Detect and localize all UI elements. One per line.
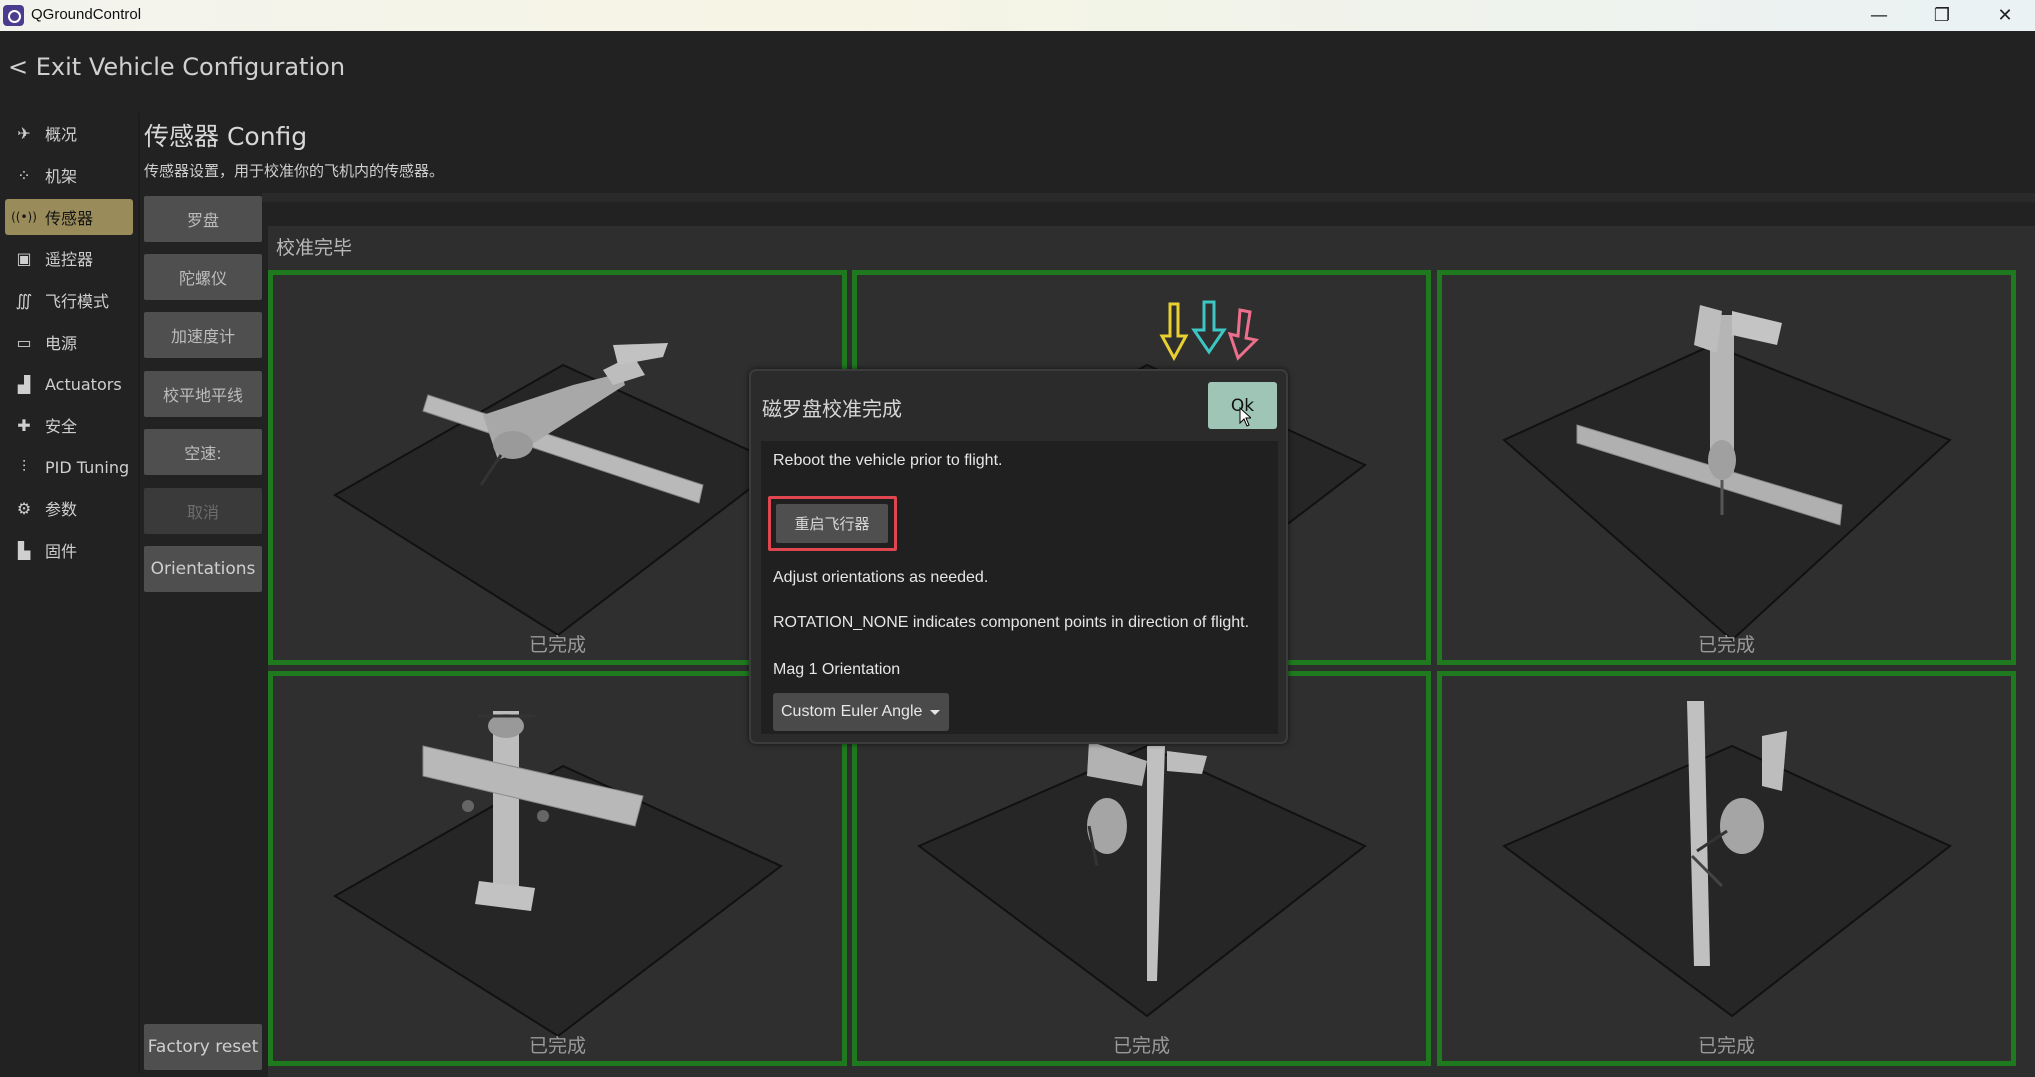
orientations-button[interactable]: Orientations [144,546,262,592]
mouse-cursor-icon [1239,407,1251,427]
mag-orientation-value: Custom Euler Angle [781,703,923,720]
page-title: 传感器 Config [144,122,308,151]
orientation-cell-nose-down: 已完成 [1437,270,2016,665]
annotation-arrows [1159,300,1260,362]
minimize-button[interactable]: — [1849,0,1909,31]
window-title: QGroundControl [31,6,142,23]
header-divider [262,193,2035,202]
factory-icon: ▙ [17,540,31,560]
sidebar-item-pid-tuning[interactable]: ⫶ PID Tuning [5,449,133,485]
sidebar-item-sensors[interactable]: ((•)) 传感器 [5,199,133,235]
sidebar-item-label: 参数 [45,500,78,519]
medkit-icon: ✚ [17,415,31,435]
calibration-status: 校准完毕 [276,237,353,259]
cell-status: 已完成 [528,1035,586,1057]
mag-orientation-label: Mag 1 Orientation [773,661,901,678]
top-bar: < Exit Vehicle Configuration [0,31,2035,107]
airframe-icon: ⁘ [17,165,31,185]
sidebar-item-label: 传感器 [45,209,94,228]
cancel-button[interactable]: 取消 [144,488,262,534]
sidebar-item-summary[interactable]: ✈ 概况 [5,115,133,151]
sidebar-item-firmware[interactable]: ▙ 固件 [5,532,133,568]
gyroscope-button[interactable]: 陀螺仪 [144,254,262,300]
rotation-text: ROTATION_NONE indicates component points… [773,614,1250,631]
cell-status: 已完成 [1697,1035,1755,1057]
arrow-down-yellow-icon [1159,302,1189,362]
sidebar-divider [138,113,140,1073]
sidebar-item-label: 飞行模式 [45,292,110,311]
close-button[interactable]: ✕ [1975,0,2035,31]
factory-reset-button[interactable]: Factory reset [144,1024,262,1070]
exit-vehicle-config-link[interactable]: < Exit Vehicle Configuration [8,53,345,81]
battery-icon: ▭ [16,332,32,352]
radio-waves-icon: ((•)) [11,210,37,224]
actuator-icon: ▟ [17,374,31,394]
arrow-down-cyan-icon [1191,300,1227,355]
arrow-down-pink-icon [1227,308,1260,361]
sidebar-item-flight-modes[interactable]: ∭ 飞行模式 [5,282,133,318]
sliders-icon: ⫶ [21,457,26,476]
cell-status: 已完成 [1112,1035,1170,1057]
sidebar-item-label: 安全 [45,417,78,436]
maximize-button[interactable]: ❐ [1912,0,1972,31]
sidebar-item-actuators[interactable]: ▟ Actuators [5,366,133,402]
compass-button[interactable]: 罗盘 [144,196,262,242]
sidebar-item-label: 固件 [45,542,78,561]
airspeed-button[interactable]: 空速: [144,429,262,475]
sidebar-item-airframe[interactable]: ⁘ 机架 [5,157,133,193]
sidebar-item-power[interactable]: ▭ 电源 [5,324,133,360]
level-horizon-button[interactable]: 校平地平线 [144,371,262,417]
sidebar-item-label: 电源 [45,334,78,353]
sidebar-item-radio[interactable]: ▣ 遥控器 [5,240,133,276]
reboot-notice: Reboot the vehicle prior to flight. [773,452,1003,469]
chevron-down-icon [930,710,940,715]
sidebar-item-label: 遥控器 [45,250,94,269]
orientation-cell-left-side: 已完成 [1437,671,2016,1066]
app-logo-icon [3,5,24,26]
compass-calibration-dialog: 磁罗盘校准完成 Ok Reboot the vehicle prior to f… [749,369,1288,744]
adjust-text: Adjust orientations as needed. [773,569,989,586]
dialog-body: Reboot the vehicle prior to flight. 重启飞行… [761,441,1278,734]
dialog-title: 磁罗盘校准完成 [762,397,902,421]
plane-nose-down-image [1502,305,1952,642]
sidebar-item-label: PID Tuning [45,457,130,477]
sidebar-item-parameters[interactable]: ⚙ 参数 [5,490,133,526]
plane-left-side-image [1502,701,1952,1018]
page-description: 传感器设置，用于校准你的飞机内的传感器。 [144,162,445,180]
waveform-icon: ∭ [15,290,33,310]
setup-sidebar: ✈ 概况 ⁘ 机架 ((•)) 传感器 ▣ 遥控器 ∭ 飞行模式 ▭ 电源 ▟ … [0,113,138,1073]
sidebar-item-label: 概况 [45,125,78,144]
sidebar-item-safety[interactable]: ✚ 安全 [5,407,133,443]
sidebar-item-label: 机架 [45,167,78,186]
paper-plane-icon: ✈ [17,123,31,143]
cell-status: 已完成 [1697,634,1755,656]
mag-orientation-select[interactable]: Custom Euler Angle [773,693,949,731]
sidebar-item-label: Actuators [45,374,122,394]
reboot-vehicle-button[interactable]: 重启飞行器 [776,504,888,543]
reboot-highlight: 重启飞行器 [768,496,897,551]
accelerometer-button[interactable]: 加速度计 [144,312,262,358]
window-titlebar: QGroundControl — ❐ ✕ [0,0,2035,31]
gamepad-icon: ▣ [16,248,32,268]
gears-icon: ⚙ [16,498,32,518]
